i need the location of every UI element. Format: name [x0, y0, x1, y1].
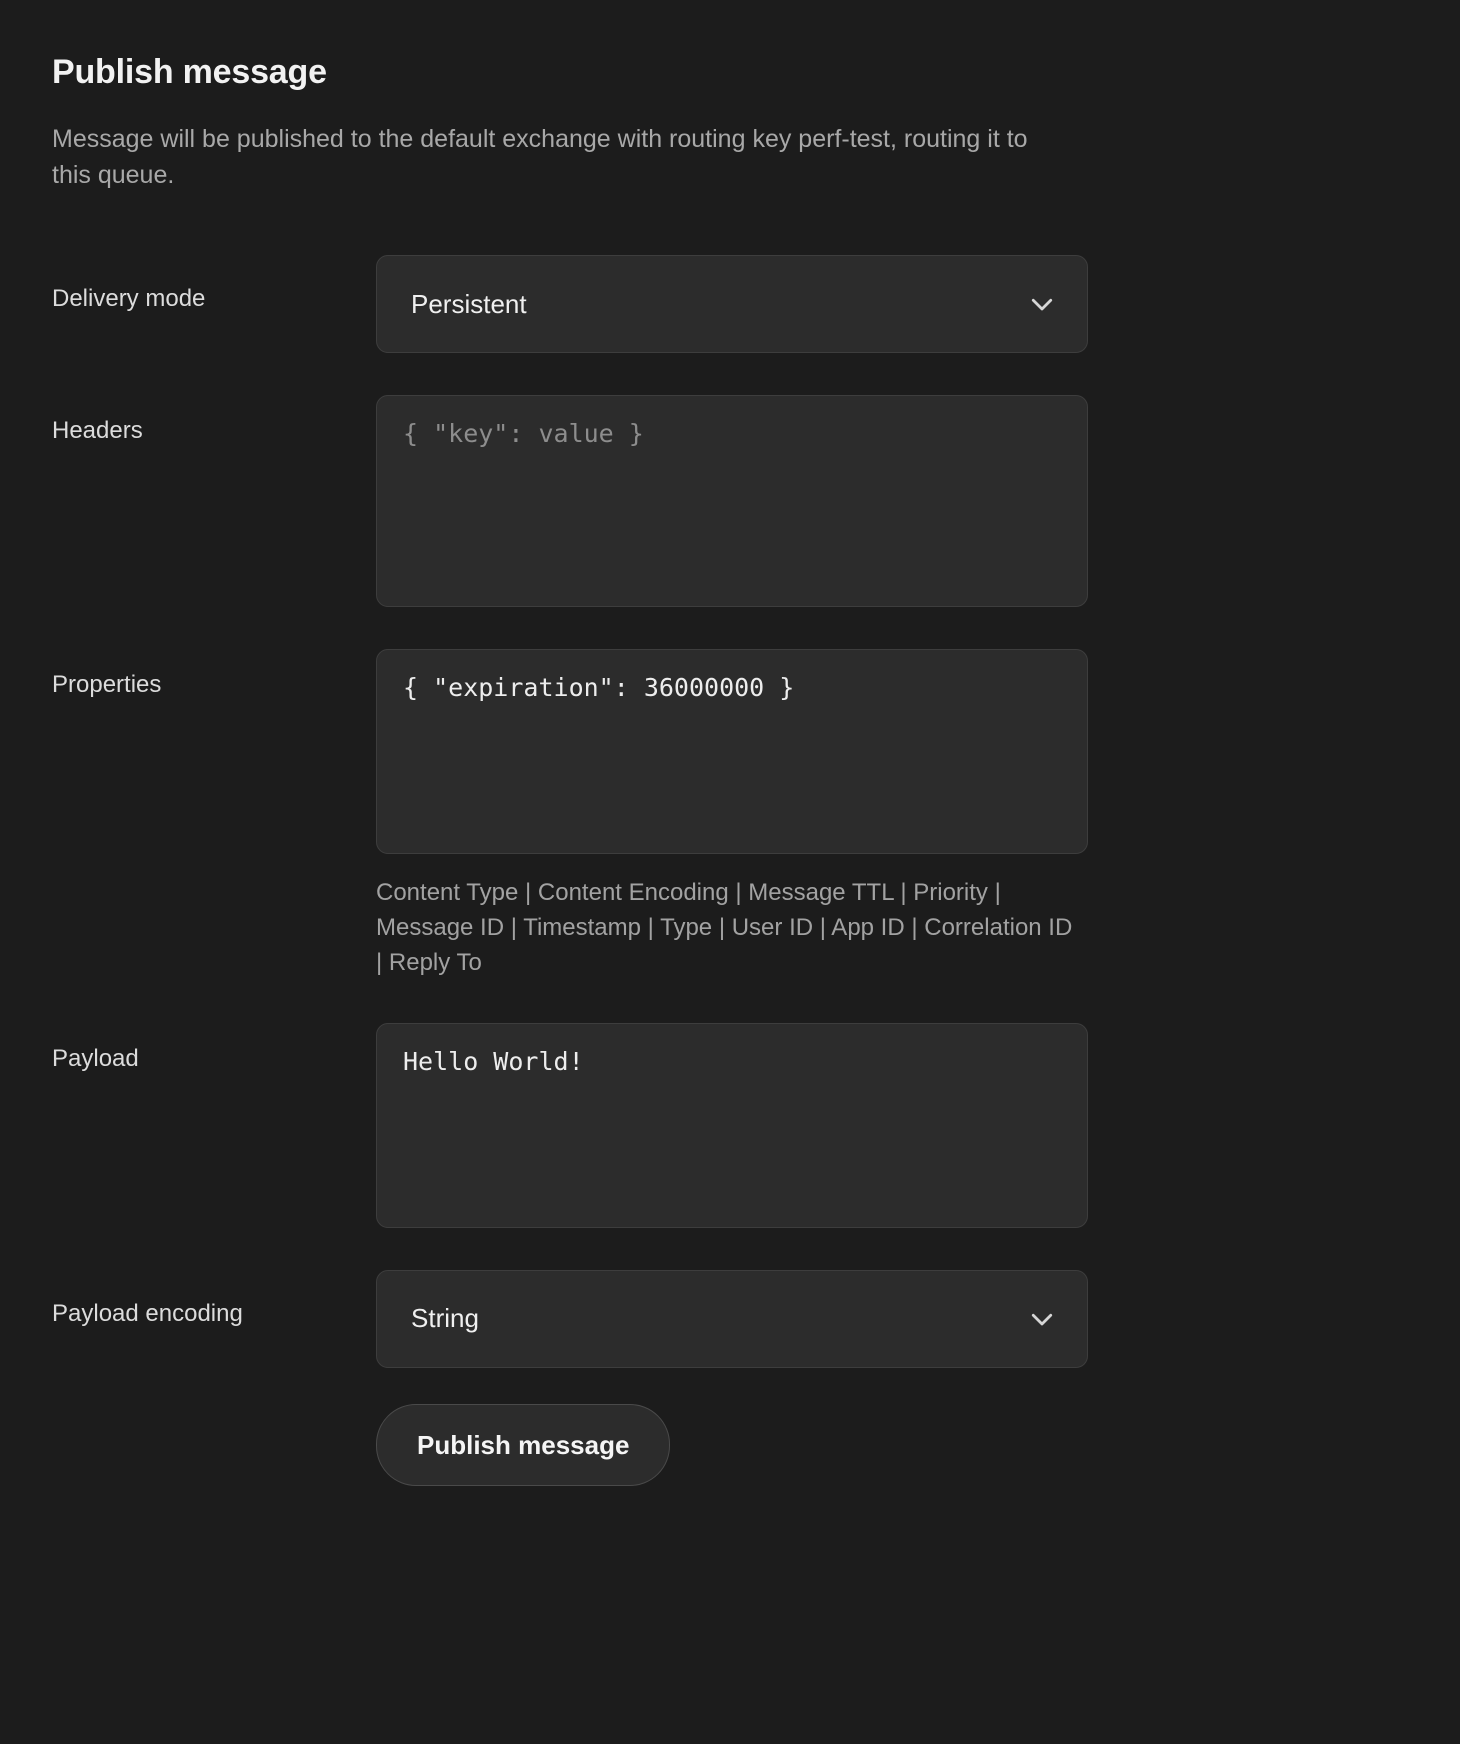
page-title: Publish message: [52, 53, 327, 91]
headers-input[interactable]: { "key": value }: [376, 395, 1088, 608]
publish-button-spacer: [52, 1404, 376, 1486]
payload-encoding-label: Payload encoding: [52, 1299, 243, 1327]
delivery-mode-select[interactable]: Persistent: [376, 255, 1088, 354]
properties-hint: Content Type | Content Encoding | Messag…: [376, 879, 1073, 976]
headers-control: { "key": value }: [376, 395, 1088, 608]
publish-button-row: Publish message: [52, 1403, 1460, 1486]
delivery-mode-value: Persistent: [411, 288, 527, 319]
resize-handle-icon[interactable]: [1064, 583, 1080, 599]
headers-label: Headers: [52, 417, 143, 445]
field-payload-encoding: Payload encoding String: [52, 1269, 1460, 1368]
payload-input[interactable]: Hello World!: [376, 1022, 1088, 1228]
chevron-down-icon: [1027, 1304, 1057, 1334]
panel-description: Message will be published to the default…: [52, 124, 1028, 190]
properties-label: Properties: [52, 671, 162, 699]
field-properties: Properties { "expiration": 36000000 } Co…: [52, 649, 1460, 980]
payload-encoding-control: String: [376, 1269, 1088, 1368]
payload-encoding-value: String: [411, 1303, 479, 1334]
delivery-mode-control: Persistent: [376, 255, 1088, 354]
publish-message-form: Delivery mode Persistent Headers { "key"…: [52, 255, 1460, 1486]
payload-label: Payload: [52, 1044, 139, 1072]
resize-handle-icon[interactable]: [1064, 830, 1080, 846]
field-delivery-mode: Delivery mode Persistent: [52, 255, 1460, 354]
field-payload: Payload Hello World!: [52, 1022, 1460, 1228]
resize-handle-icon[interactable]: [1064, 1204, 1080, 1220]
publish-message-button[interactable]: Publish message: [376, 1403, 671, 1486]
chevron-down-icon: [1027, 289, 1057, 319]
delivery-mode-label: Delivery mode: [52, 285, 206, 313]
payload-control: Hello World!: [376, 1022, 1088, 1228]
payload-encoding-select[interactable]: String: [376, 1269, 1088, 1368]
properties-control: { "expiration": 36000000 } Content Type …: [376, 649, 1088, 980]
properties-input[interactable]: { "expiration": 36000000 }: [376, 649, 1088, 855]
field-headers: Headers { "key": value }: [52, 395, 1460, 608]
publish-message-panel: Publish message Message will be publishe…: [0, 0, 1460, 1486]
